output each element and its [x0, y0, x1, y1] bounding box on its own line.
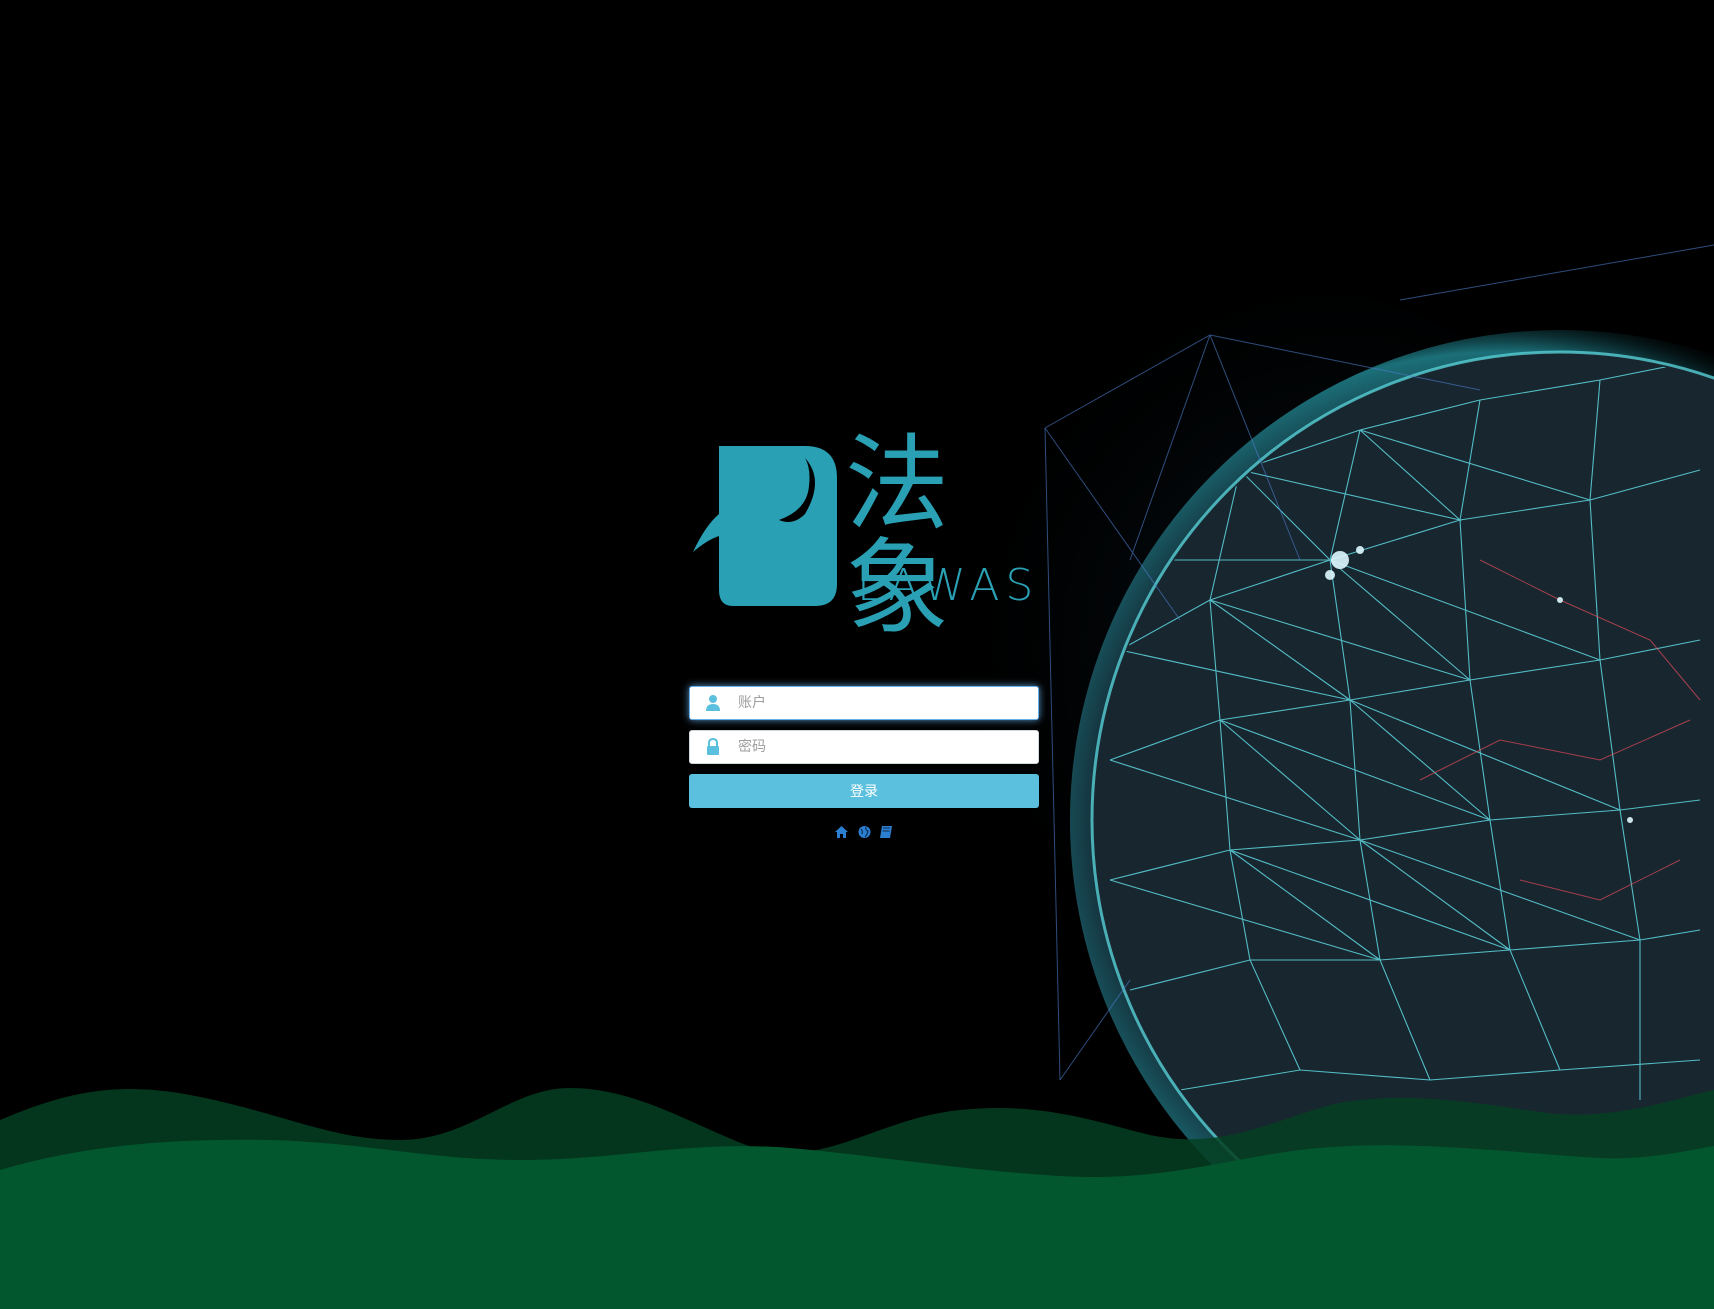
brand-logo: 法象 LAWAS — [685, 432, 1045, 640]
account-field — [689, 686, 1039, 720]
footer-links — [689, 820, 1039, 838]
book-icon[interactable] — [879, 824, 894, 838]
password-input[interactable] — [738, 731, 1033, 763]
login-page: 法象 LAWAS 登录 — [0, 0, 1714, 1309]
password-field — [689, 730, 1039, 764]
lock-icon — [707, 738, 719, 755]
globe-icon[interactable] — [857, 824, 872, 838]
user-icon — [706, 695, 720, 711]
login-button[interactable]: 登录 — [689, 774, 1039, 808]
brand-name-en: LAWAS — [857, 560, 1040, 611]
home-icon[interactable] — [834, 824, 849, 838]
elephant-logo-icon — [693, 446, 837, 606]
account-input[interactable] — [738, 687, 1033, 719]
login-form: 登录 — [689, 686, 1039, 838]
wave-decoration — [0, 1088, 1714, 1309]
